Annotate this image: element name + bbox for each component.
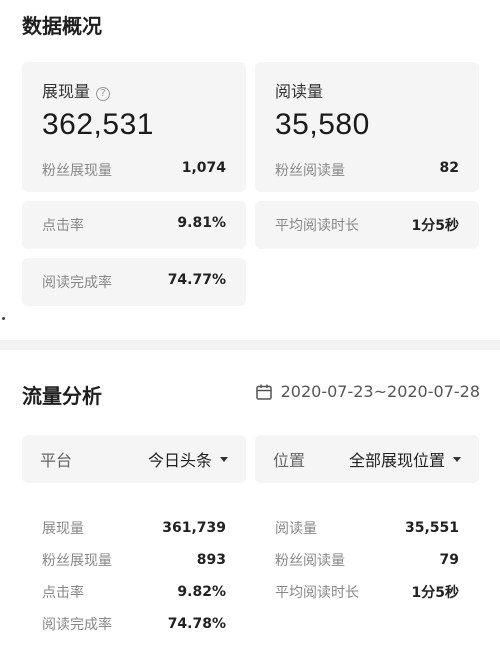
- ctr-value: 9.81%: [177, 215, 226, 231]
- stat-value: 1分5秒: [411, 585, 459, 601]
- stat-label: 阅读完成率: [42, 617, 112, 633]
- traffic-stats-right: 阅读量 35,551 粉丝阅读量 79 平均阅读时长 1分5秒: [255, 512, 479, 608]
- fan-impressions-label: 粉丝展现量: [42, 163, 112, 179]
- fan-impressions-value: 1,074: [181, 160, 226, 176]
- stat-label: 平均阅读时长: [275, 585, 359, 601]
- impressions-label-row: 展现量?: [42, 78, 111, 102]
- stat-value: 74.78%: [167, 616, 226, 632]
- stat-row: 阅读量 35,551: [255, 512, 479, 544]
- stat-row: 粉丝阅读量 79: [255, 544, 479, 576]
- ctr-row: 点击率 9.81%: [42, 215, 226, 235]
- platform-dropdown[interactable]: 平台 今日头条: [22, 435, 246, 483]
- stat-label: 点击率: [42, 585, 84, 601]
- avg-read-time-card: 平均阅读时长 1分5秒: [255, 201, 479, 249]
- question-circle-icon[interactable]: ?: [96, 87, 111, 101]
- traffic-stats-left: 展现量 361,739 粉丝展现量 893 点击率 9.82% 阅读完成率 74…: [22, 512, 246, 640]
- stat-value: 893: [196, 552, 226, 568]
- calendar-icon: [255, 384, 272, 400]
- traffic-title: 流量分析: [22, 384, 102, 408]
- caret-down-icon: [453, 456, 461, 462]
- stat-label: 粉丝展现量: [42, 553, 112, 569]
- stat-label: 展现量: [42, 521, 84, 537]
- position-label: 位置: [273, 451, 306, 470]
- impressions-label: 展现量: [42, 82, 91, 101]
- stat-value: 9.82%: [177, 584, 226, 600]
- stat-label: 粉丝阅读量: [275, 553, 345, 569]
- caret-down-icon: [220, 456, 228, 462]
- completion-card: 阅读完成率 74.77%: [22, 258, 246, 306]
- section-divider: [0, 340, 500, 350]
- completion-row: 阅读完成率 74.77%: [42, 272, 226, 292]
- platform-selected: 今日头条: [148, 447, 228, 471]
- ctr-label: 点击率: [42, 218, 84, 234]
- stray-dot: [2, 317, 5, 320]
- position-dropdown[interactable]: 位置 全部展现位置: [255, 435, 479, 483]
- fan-reads-value: 82: [439, 160, 459, 176]
- stat-value: 361,739: [162, 520, 226, 536]
- stat-row: 阅读完成率 74.78%: [22, 608, 246, 640]
- impressions-card: 展现量? 362,531 粉丝展现量 1,074: [22, 62, 246, 192]
- stat-value: 79: [439, 552, 459, 568]
- completion-value: 74.77%: [167, 272, 226, 288]
- overview-title: 数据概况: [22, 14, 102, 38]
- position-selected: 全部展现位置: [349, 447, 461, 471]
- avg-read-time-row: 平均阅读时长 1分5秒: [275, 215, 459, 235]
- stats-page: 数据概况 展现量? 362,531 粉丝展现量 1,074 阅读量 35,580…: [0, 0, 500, 649]
- avg-read-time-label: 平均阅读时长: [275, 218, 359, 234]
- date-range-text: 2020-07-23~2020-07-28: [280, 382, 480, 401]
- stat-row: 展现量 361,739: [22, 512, 246, 544]
- fan-reads-label: 粉丝阅读量: [275, 163, 345, 179]
- fan-impressions-row: 粉丝展现量 1,074: [42, 160, 226, 180]
- fan-reads-row: 粉丝阅读量 82: [275, 160, 459, 180]
- completion-label: 阅读完成率: [42, 275, 112, 291]
- reads-label: 阅读量: [275, 82, 324, 101]
- stat-row: 平均阅读时长 1分5秒: [255, 576, 479, 608]
- stat-row: 粉丝展现量 893: [22, 544, 246, 576]
- position-value: 全部展现位置: [348, 451, 445, 470]
- platform-value: 今日头条: [147, 451, 212, 470]
- avg-read-time-value: 1分5秒: [411, 218, 459, 234]
- reads-value: 35,580: [275, 108, 370, 141]
- date-range-picker[interactable]: 2020-07-23~2020-07-28: [255, 382, 480, 401]
- ctr-card: 点击率 9.81%: [22, 201, 246, 249]
- impressions-value: 362,531: [42, 108, 154, 141]
- stat-value: 35,551: [404, 520, 459, 536]
- platform-label: 平台: [40, 451, 73, 470]
- stat-row: 点击率 9.82%: [22, 576, 246, 608]
- stat-label: 阅读量: [275, 521, 317, 537]
- reads-card: 阅读量 35,580 粉丝阅读量 82: [255, 62, 479, 192]
